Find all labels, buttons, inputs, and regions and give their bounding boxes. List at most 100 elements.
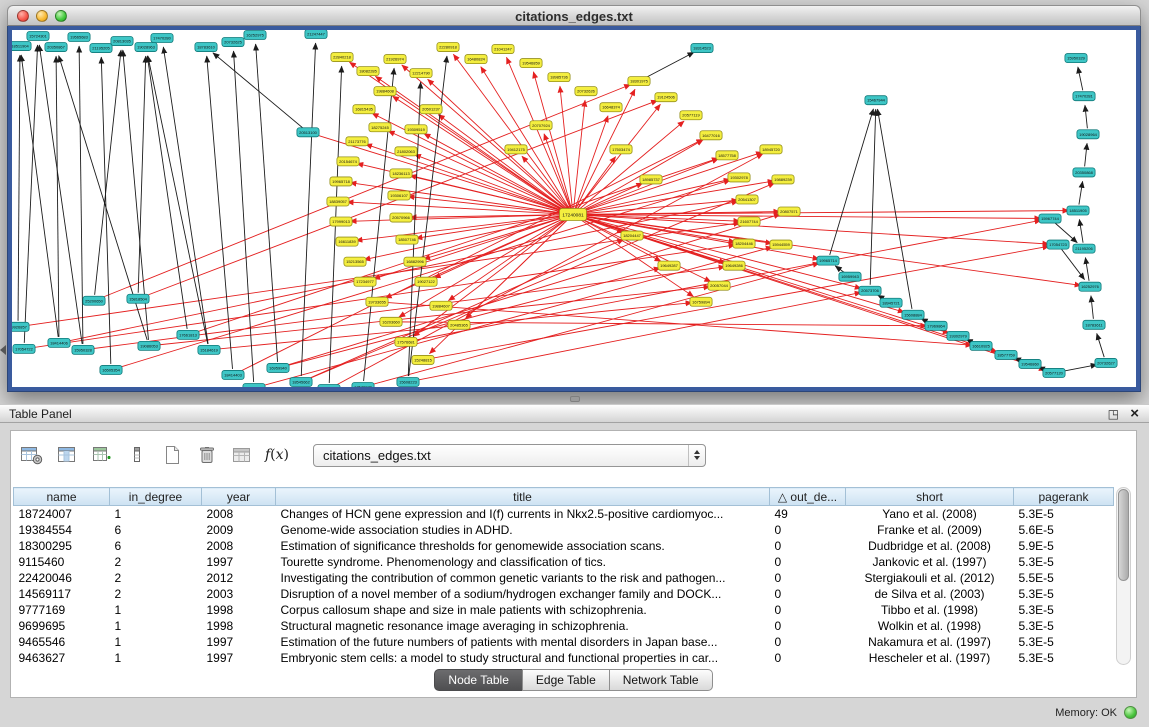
graph-node[interactable]: 19565683 [68,33,90,42]
graph-node[interactable]: 17579030 [352,382,374,387]
graph-node[interactable]: 17969864 [925,321,947,330]
graph-node[interactable]: 20350868 [1073,168,1095,177]
graph-node[interactable]: 19926103 [243,383,265,387]
graph-node[interactable]: 19889239 [772,175,794,184]
cell-short[interactable]: Jankovic et al. (1997) [846,554,1014,570]
graph-node[interactable]: 19309519 [405,125,427,134]
show-columns-icon[interactable] [54,442,80,468]
graph-node[interactable]: 19649286 [723,261,745,270]
graph-node[interactable]: 18985737 [640,175,662,184]
table-select-dropdown[interactable]: citations_edges.txt [313,444,706,467]
graph-node[interactable]: 16505354 [100,365,122,374]
cell-year[interactable]: 1997 [202,634,276,650]
graph-node[interactable]: 15944559 [770,240,792,249]
graph-node[interactable]: 19884608 [374,87,396,96]
cell-year[interactable]: 1998 [202,618,276,634]
cell-title[interactable]: Structural magnetic resonance image aver… [276,618,770,634]
graph-node[interactable]: 17470281 [1073,92,1095,101]
cell-in_degree[interactable]: 1 [110,634,202,650]
table-row[interactable]: 1456911722003Disruption of a novel membe… [14,586,1114,602]
graph-node[interactable]: 15950329 [1065,54,1087,63]
split-divider[interactable] [0,392,1149,404]
column-header-in_degree[interactable]: in_degree [110,488,202,506]
graph-node[interactable]: 21041247 [492,45,514,54]
cell-out_degree[interactable]: 0 [770,634,846,650]
graph-node[interactable]: 18414406 [48,338,70,347]
graph-node[interactable]: 19926857 [12,322,29,331]
cell-out_degree[interactable]: 0 [770,554,846,570]
cell-pagerank[interactable]: 5.3E-5 [1014,634,1114,650]
cell-in_degree[interactable]: 2 [110,570,202,586]
cell-year[interactable]: 2008 [202,506,276,522]
graph-node[interactable]: 16759894 [690,297,712,306]
graph-node[interactable]: 17503474 [610,145,632,154]
graph-node[interactable]: 19124506 [655,93,677,102]
graph-node[interactable]: 19028964 [1077,130,1099,139]
graph-node[interactable]: 18507746 [396,235,418,244]
graph-node[interactable]: 18314523 [691,44,713,53]
graph-node[interactable]: 18082285 [357,67,379,76]
cell-out_degree[interactable]: 0 [770,618,846,634]
graph-node[interactable]: 19412175 [505,145,527,154]
cell-name[interactable]: 9115460 [14,554,110,570]
cell-pagerank[interactable]: 5.6E-5 [1014,522,1114,538]
cell-in_degree[interactable]: 1 [110,602,202,618]
graph-node[interactable]: 21802063 [395,147,417,156]
graph-node[interactable]: 16959940 [267,363,289,372]
cell-title[interactable]: Tourette syndrome. Phenomenology and cla… [276,554,770,570]
cell-title[interactable]: Changes of HCN gene expression and I(f) … [276,506,770,522]
graph-node[interactable]: 15950328 [72,345,94,354]
cell-name[interactable]: 22420046 [14,570,110,586]
graph-node[interactable]: 18945721 [880,298,902,307]
cell-name[interactable]: 9699695 [14,618,110,634]
cell-out_degree[interactable]: 0 [770,586,846,602]
column-header-short[interactable]: short [846,488,1014,506]
cell-title[interactable]: Genome-wide association studies in ADHD. [276,522,770,538]
cell-pagerank[interactable]: 5.3E-5 [1014,586,1114,602]
cell-year[interactable]: 1997 [202,554,276,570]
graph-node[interactable]: 20807571 [778,207,800,216]
graph-node[interactable]: 20732625 [222,38,244,47]
cell-name[interactable]: 14569117 [14,586,110,602]
cell-in_degree[interactable]: 1 [110,618,202,634]
graph-node[interactable]: 17470280 [151,34,173,43]
citation-graph[interactable]: 1851190415724301203508671956568321195205… [12,30,1136,387]
graph-node[interactable]: 21195206 [1073,244,1095,253]
table-row[interactable]: 911546021997Tourette syndrome. Phenomeno… [14,554,1114,570]
collapse-panel-arrow[interactable] [0,345,6,355]
graph-node[interactable]: 19086053 [138,341,160,350]
graph-node[interactable]: 18204446 [733,239,755,248]
graph-node[interactable]: 19965718 [330,177,352,186]
graph-node[interactable]: 21607744 [738,217,760,226]
graph-node[interactable]: 25200650 [83,296,105,305]
cell-out_degree[interactable]: 0 [770,650,846,666]
cell-pagerank[interactable]: 5.3E-5 [1014,554,1114,570]
graph-node[interactable]: 18783610 [195,43,217,52]
graph-node[interactable]: 17054723 [1047,240,1069,249]
graph-node[interactable]: 15248815 [412,355,434,364]
graph-node[interactable]: 20570966 [390,213,412,222]
table-scrollbar-thumb[interactable] [1118,489,1129,581]
graph-node[interactable]: 17661813 [177,330,199,339]
graph-node[interactable]: 15467944 [865,96,887,105]
graph-node[interactable]: 15213565 [344,257,366,266]
graph-node[interactable]: 18783611 [1083,320,1105,329]
network-canvas[interactable]: 1851190415724301203508671956568321195205… [12,30,1136,387]
graph-node[interactable]: 20485365 [448,320,470,329]
cell-in_degree[interactable]: 6 [110,522,202,538]
graph-node[interactable]: 19884607 [430,301,452,310]
table-row[interactable]: 969969511998Structural magnetic resonanc… [14,618,1114,634]
cell-year[interactable]: 2003 [202,586,276,602]
tab-node-table[interactable]: Node Table [434,669,523,691]
graph-node[interactable]: 15608884 [902,310,924,319]
graph-node[interactable]: 16648374 [600,103,622,112]
cell-short[interactable]: Yano et al. (2008) [846,506,1014,522]
graph-node[interactable]: 21926974 [384,55,406,64]
graph-node[interactable]: 18511904 [12,42,31,51]
graph-node[interactable]: 16610925 [970,341,992,350]
graph-node[interactable]: 16252975 [244,31,266,40]
graph-node[interactable]: 19733655 [366,297,388,306]
cell-short[interactable]: Stergiakouli et al. (2012) [846,570,1014,586]
graph-node[interactable]: 12214790 [410,69,432,78]
new-column-icon[interactable] [89,442,115,468]
